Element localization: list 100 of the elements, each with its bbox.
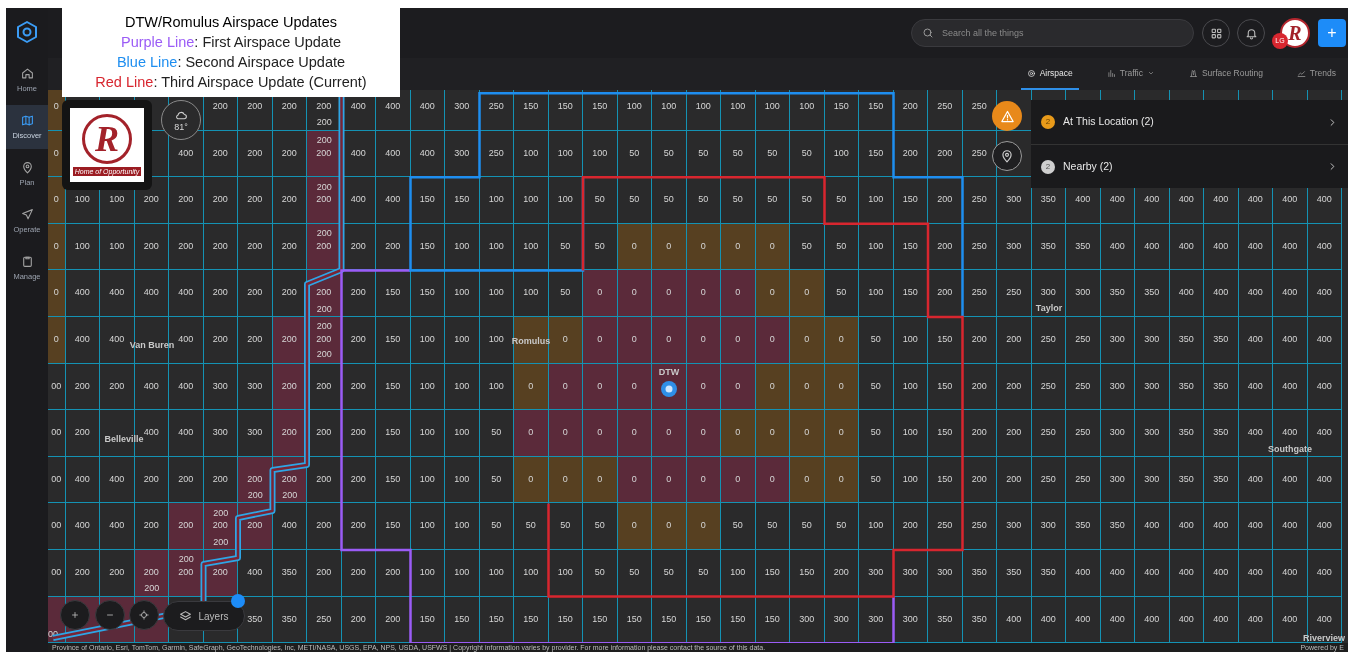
grid-cell: 50 xyxy=(790,177,825,224)
tab[interactable]: Airspace xyxy=(1020,58,1079,90)
grid-cell: 250 xyxy=(479,130,514,178)
logo-emblem: R xyxy=(82,114,132,164)
grid-cell: 50 xyxy=(652,130,687,178)
grid-cell: 350 xyxy=(1169,456,1204,504)
grid-cell: 200 xyxy=(928,223,963,271)
panel-row[interactable]: 2 Nearby (2) xyxy=(1031,144,1348,188)
grid-cell: 100 xyxy=(410,363,445,411)
grid-cell: 150 xyxy=(755,549,790,597)
layers-icon xyxy=(179,609,193,623)
grid-cell: 200 xyxy=(169,503,204,550)
grid-cell: 400 xyxy=(100,503,135,550)
grid-cell: 0 xyxy=(686,270,721,317)
grid-cell: 50 xyxy=(617,130,652,178)
grid-cell: 100 xyxy=(514,130,549,178)
map-icon xyxy=(20,114,34,127)
grid-cell: 100 xyxy=(479,270,514,317)
grid-cell: 100 xyxy=(65,223,100,271)
grid-cell: 50 xyxy=(824,270,859,317)
grid-cell: 100 xyxy=(548,130,583,178)
grid-cell: 150 xyxy=(376,410,411,457)
panel-row[interactable]: 2 At This Location (2) xyxy=(1031,100,1348,144)
grid-cell: 200 xyxy=(307,503,342,550)
grid-cell: 400 xyxy=(1169,270,1204,317)
weather-badge[interactable]: 81° xyxy=(161,100,201,140)
grid-cell: 100 xyxy=(859,223,894,271)
location-pin-icon xyxy=(1000,149,1014,163)
grid-cell: 250 xyxy=(928,503,963,550)
grid-cell: 50 xyxy=(859,363,894,411)
grid-cell: 350 xyxy=(1031,549,1066,597)
grid-cell: 150 xyxy=(893,177,928,224)
grid-cell: 300 xyxy=(1135,456,1170,504)
search-icon xyxy=(922,27,934,39)
grid-cell: 200 xyxy=(307,549,342,597)
grid-icon xyxy=(1209,26,1223,40)
grid-cell: 200 xyxy=(893,503,928,550)
grid-cell: 300 xyxy=(893,549,928,597)
grid-cell: 0 xyxy=(617,410,652,457)
grid-cell: 100 xyxy=(583,130,618,178)
corridor-altitude-label: 200 xyxy=(316,117,332,128)
grid-cell: 200 xyxy=(238,177,273,224)
grid-cell: 200 xyxy=(997,456,1032,504)
grid-cell: 50 xyxy=(824,503,859,550)
layers-button[interactable]: Layers xyxy=(163,601,245,631)
grid-cell: 150 xyxy=(376,503,411,550)
grid-cell: 250 xyxy=(962,503,997,550)
grid-cell: 350 xyxy=(1135,270,1170,317)
grid-cell: 0 xyxy=(824,316,859,364)
grid-cell: 150 xyxy=(410,223,445,271)
tab[interactable]: Traffic xyxy=(1100,58,1161,90)
grid-cell: 350 xyxy=(272,549,307,597)
grid-cell: 0 xyxy=(617,456,652,504)
grid-cell: 0 xyxy=(652,223,687,271)
grid-cell: 300 xyxy=(1135,410,1170,457)
corridor-altitude-label: 200 xyxy=(144,583,160,594)
grid-cell: 0 xyxy=(686,503,721,550)
grid-cell: 0 xyxy=(686,456,721,504)
grid-cell: 400 xyxy=(100,270,135,317)
grid-cell: 350 xyxy=(1100,503,1135,550)
grid-cell: 400 xyxy=(1238,456,1273,504)
grid-cell: 400 xyxy=(1135,223,1170,271)
grid-cell: 0 xyxy=(721,456,756,504)
grid-cell: 50 xyxy=(548,223,583,271)
grid-cell: 50 xyxy=(755,177,790,224)
grid-cell: 350 xyxy=(1204,363,1239,411)
grid-cell: 200 xyxy=(203,130,238,178)
grid-cell: 400 xyxy=(1273,363,1308,411)
grid-cell: 200 xyxy=(824,549,859,597)
grid-cell: 400 xyxy=(169,270,204,317)
search-field[interactable]: Search all the things xyxy=(911,19,1194,47)
grid-cell: 300 xyxy=(928,549,963,597)
grid-cell: 0 xyxy=(824,410,859,457)
grid-cell: 300 xyxy=(238,410,273,457)
tab[interactable]: Trends xyxy=(1290,58,1342,90)
grid-cell: 50 xyxy=(721,177,756,224)
warning-button[interactable] xyxy=(992,101,1022,131)
location-button[interactable] xyxy=(992,141,1022,171)
grid-cell: 50 xyxy=(479,503,514,550)
grid-cell: 400 xyxy=(1238,503,1273,550)
grid-cell: 200 xyxy=(169,177,204,224)
grid-cell: 0 xyxy=(686,410,721,457)
clipboard-icon xyxy=(20,255,34,268)
grid-cell: 200 xyxy=(65,410,100,457)
grid-cell: 400 xyxy=(1307,270,1342,317)
tab[interactable]: Surface Routing xyxy=(1182,58,1269,90)
grid-cell: 50 xyxy=(721,503,756,550)
grid-cell: 400 xyxy=(1169,503,1204,550)
grid-cell: 200 xyxy=(169,223,204,271)
grid-cell: 200 xyxy=(376,223,411,271)
grid-cell: 100 xyxy=(893,410,928,457)
grid-cell: 50 xyxy=(548,503,583,550)
grid-cell: 0 xyxy=(686,363,721,411)
grid-cell: 100 xyxy=(445,316,480,364)
grid-cell: 150 xyxy=(928,363,963,411)
grid-cell: 300 xyxy=(1100,316,1135,364)
grid-cell: 400 xyxy=(1204,223,1239,271)
grid-cell: 150 xyxy=(410,270,445,317)
grid-cell: 0 xyxy=(755,456,790,504)
grid-cell: 50 xyxy=(686,130,721,178)
